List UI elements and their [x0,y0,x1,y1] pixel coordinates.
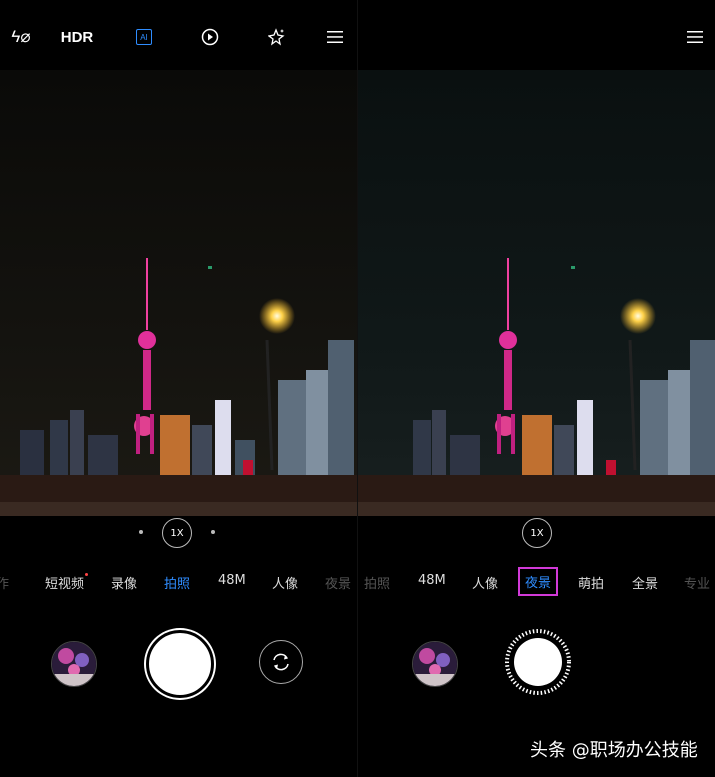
night-skyline-scene [358,70,715,516]
flash-label: ϟ⌀ [11,27,31,46]
zoom-controls: 1X [358,516,715,558]
beauty-button[interactable] [267,22,287,52]
menu-button[interactable] [325,22,345,52]
mode-48m[interactable]: 48M [418,573,446,588]
mode-selector: 作 短视频 录像 拍照 48M 人像 夜景 [0,564,357,600]
mode-photo[interactable]: 拍照 [364,573,390,592]
play-circle-icon [201,28,219,46]
ai-label: AI [140,32,148,42]
watermark: 头条 @职场办公技能 [530,740,698,761]
mode-portrait[interactable]: 人像 [472,573,498,592]
mode-selector: 拍照 48M 人像 夜景 萌拍 全景 专业 [358,564,715,600]
camera-flip-icon [273,653,289,671]
zoom-label: 1X [530,527,544,539]
ai-button[interactable]: AI [134,22,154,52]
switch-camera-button[interactable] [259,640,303,684]
ai-icon: AI [136,29,152,45]
mode-pro[interactable]: 专业 [684,573,710,592]
hdr-label: HDR [60,28,94,46]
viewfinder-preview[interactable] [0,70,357,516]
live-photo-button[interactable] [200,22,220,52]
mode-create[interactable]: 作 [0,573,9,592]
mode-48m[interactable]: 48M [218,573,246,588]
zoom-label: 1X [170,527,184,539]
mode-video[interactable]: 录像 [111,573,137,592]
mode-night[interactable]: 夜景 [325,573,351,592]
hamburger-menu-icon [687,31,703,43]
flash-off-icon[interactable]: ϟ⌀ [8,22,34,52]
mode-panorama[interactable]: 全景 [632,573,658,592]
mode-portrait[interactable]: 人像 [272,573,298,592]
sparkle-star-icon [268,28,285,46]
top-toolbar [358,0,715,70]
hamburger-menu-icon [327,31,343,43]
gallery-thumbnail[interactable] [51,641,97,687]
hdr-button[interactable]: HDR [60,22,94,52]
mode-short-video[interactable]: 短视频 [45,573,89,592]
camera-panel-left: ϟ⌀ HDR AI 1X 作 短视频 录像 拍照 48M 人像 夜景 [0,0,357,777]
mode-night[interactable]: 夜景 [518,567,559,596]
zoom-controls: 1X [0,516,357,558]
camera-panel-right: 1X 拍照 48M 人像 夜景 萌拍 全景 专业 [358,0,715,777]
gallery-thumbnail[interactable] [412,641,458,687]
mode-photo[interactable]: 拍照 [164,573,190,592]
new-badge-dot [85,573,89,576]
viewfinder-preview[interactable] [358,70,715,516]
gallery-thumbnail-image [413,642,457,686]
zoom-button[interactable]: 1X [162,518,192,548]
night-skyline-scene [0,70,357,516]
mode-short-video-label: 短视频 [45,577,85,592]
gallery-thumbnail-image [52,642,96,686]
top-toolbar: ϟ⌀ HDR AI [0,0,357,70]
zoom-button[interactable]: 1X [522,518,552,548]
shutter-button[interactable] [146,630,214,698]
night-shutter-button[interactable] [504,628,572,696]
zoom-dot[interactable] [139,530,143,534]
mode-cute[interactable]: 萌拍 [578,573,604,592]
menu-button[interactable] [685,22,705,52]
zoom-dot[interactable] [211,530,215,534]
shutter-ring-icon [505,629,571,695]
